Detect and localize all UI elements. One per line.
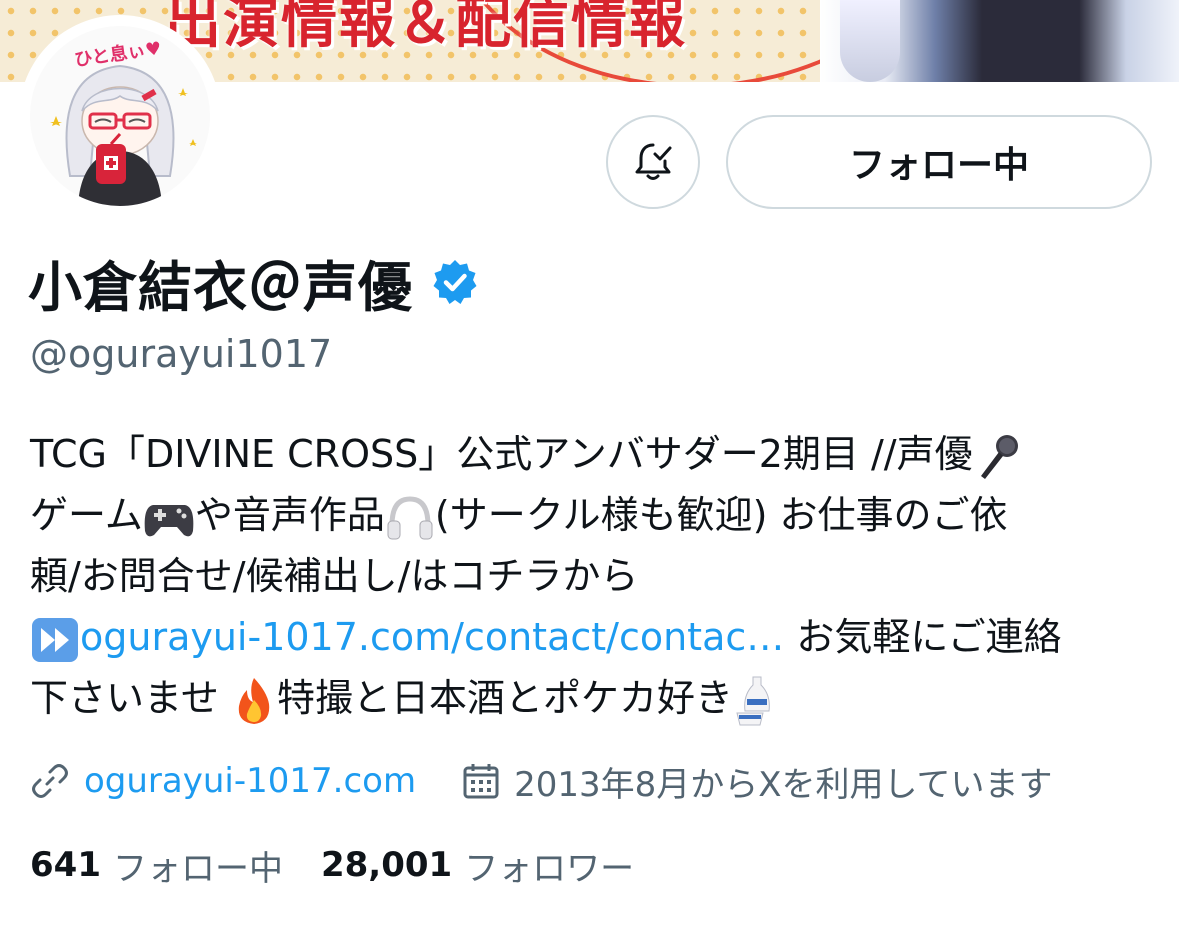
bio-line: TCG「DIVINE CROSS」公式アンバサダー2期目 //声優 [30, 424, 1160, 485]
bio-text: 下さいませ [30, 676, 231, 720]
bio-text: 頼/お問合せ/候補出し/はコチラから [30, 554, 639, 598]
headphones-emoji [387, 495, 433, 539]
sake-emoji [736, 676, 770, 725]
profile-name-row: 小倉結衣＠声優 [28, 244, 479, 320]
verified-badge-icon[interactable] [431, 258, 479, 306]
user-handle: @ogurayui1017 [30, 332, 333, 376]
banner-character-image [820, 0, 1179, 82]
following-label: フォロー中 [112, 848, 283, 889]
followers-count: 28,001 [320, 845, 453, 885]
bio-line: ゲーム や音声作品 (サークル様も歓迎) お仕事のご依 [30, 485, 1160, 546]
fire-emoji [238, 677, 270, 724]
banner-character-hair [840, 0, 900, 82]
microphone-emoji [980, 434, 1018, 479]
bio-line: 下さいませ 特撮と日本酒とポケカ好き [30, 668, 1160, 729]
follow-stats: 641 フォロー中 28,001 フォロワー [30, 840, 634, 890]
bio-line: ogurayui-1017.com/contact/contac… お気軽にご連… [30, 607, 1160, 668]
fast-forward-emoji [32, 617, 78, 662]
avatar-image: ひと息ぃ♥ [30, 26, 210, 206]
bell-check-icon [635, 143, 672, 180]
followers-stat[interactable]: 28,001 フォロワー [321, 841, 634, 890]
following-stat[interactable]: 641 フォロー中 [30, 841, 283, 890]
bio-text: お気軽にご連絡 [784, 615, 1062, 659]
bio-text: TCG「DIVINE CROSS」公式アンバサダー2期目 //声優 [30, 432, 973, 476]
profile-bio: TCG「DIVINE CROSS」公式アンバサダー2期目 //声優 ゲーム や音… [30, 424, 1160, 729]
bio-text: ゲーム [30, 493, 143, 537]
link-icon [32, 764, 68, 798]
profile-meta-row: ogurayui-1017.com 2013年8月からXを利用しています [30, 756, 1053, 806]
banner-title: 出演情報＆配信情報 [165, 0, 687, 56]
join-date: 2013年8月からXを利用しています [514, 764, 1053, 805]
following-count: 641 [30, 845, 101, 885]
website-link[interactable]: ogurayui-1017.com [84, 761, 416, 801]
followers-label: フォロワー [464, 848, 635, 889]
bio-text: (サークル様も歓迎) お仕事のご依 [434, 493, 1008, 537]
display-name: 小倉結衣＠声優 [28, 255, 413, 319]
bio-text: や音声作品 [194, 493, 385, 537]
bio-line: 頼/お問合せ/候補出し/はコチラから [30, 546, 1160, 607]
following-button[interactable]: フォロー中 [726, 115, 1152, 209]
bio-link[interactable]: ogurayui-1017.com/contact/contac… [80, 615, 784, 659]
bio-text: 特撮と日本酒とポケカ好き [276, 676, 733, 720]
gamepad-emoji [144, 504, 194, 536]
calendar-icon [463, 764, 499, 799]
profile-avatar[interactable]: ひと息ぃ♥ [24, 20, 216, 212]
notification-bell-button[interactable] [606, 115, 700, 209]
